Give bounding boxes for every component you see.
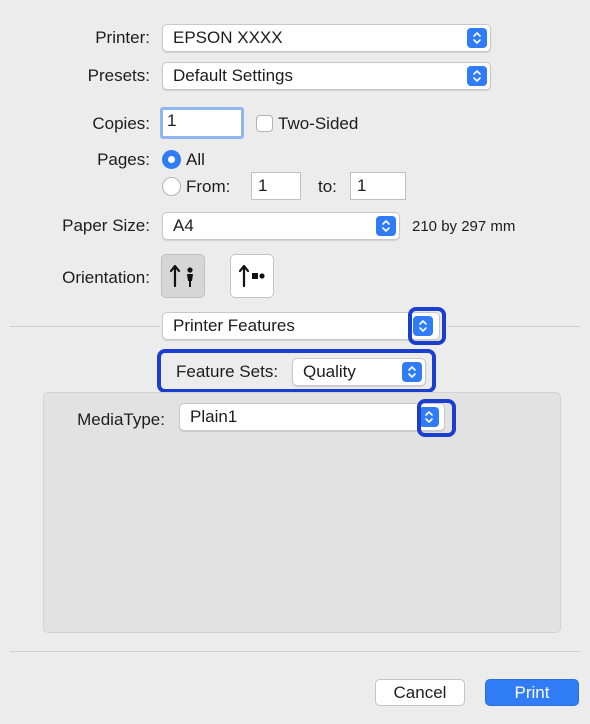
two-sided-checkbox[interactable]: [256, 115, 273, 132]
copies-field[interactable]: 1: [160, 107, 244, 139]
paper-size-value: A4: [173, 216, 194, 235]
printer-popup[interactable]: EPSON XXXX: [162, 24, 491, 52]
feature-sets-label: Feature Sets:: [176, 362, 279, 381]
pages-to-label: to:: [318, 177, 337, 196]
media-type-popup[interactable]: Plain1: [179, 403, 445, 431]
chevron-updown-icon: [467, 28, 487, 48]
chevron-updown-icon: [467, 66, 487, 86]
section-menu-popup[interactable]: Printer Features: [162, 312, 440, 340]
feature-sets-value: Quality: [303, 362, 356, 381]
pages-all-radio[interactable]: [162, 150, 181, 169]
pages-to-field[interactable]: 1: [350, 172, 406, 200]
copies-label: Copies:: [92, 114, 150, 133]
orientation-label: Orientation:: [62, 268, 150, 287]
highlight-ring: [417, 399, 456, 437]
pages-from-radio[interactable]: [162, 177, 181, 196]
chevron-updown-icon: [376, 216, 396, 236]
paper-size-popup[interactable]: A4: [162, 212, 400, 240]
orientation-landscape-button[interactable]: [230, 254, 274, 298]
presets-popup[interactable]: Default Settings: [162, 62, 491, 90]
feature-sets-popup[interactable]: Quality: [292, 358, 426, 386]
paper-dimensions: 210 by 297 mm: [412, 218, 516, 235]
section-separator-right: [448, 326, 580, 327]
portrait-orientation-icon: [169, 264, 193, 288]
highlight-ring: [408, 307, 446, 345]
media-type-value: Plain1: [190, 407, 238, 426]
pages-all-label: All: [186, 150, 205, 169]
paper-size-label: Paper Size:: [62, 216, 150, 235]
landscape-orientation-icon: [238, 264, 265, 288]
two-sided-label: Two-Sided: [278, 114, 359, 133]
chevron-updown-icon: [402, 362, 422, 382]
print-button[interactable]: Print: [485, 679, 579, 706]
pages-label: Pages:: [97, 150, 150, 169]
pages-from-field[interactable]: 1: [251, 172, 301, 200]
presets-label: Presets:: [87, 66, 150, 85]
printer-value: EPSON XXXX: [173, 28, 283, 47]
pages-from-label: From:: [186, 177, 231, 196]
section-separator-left: [10, 326, 160, 327]
cancel-button[interactable]: Cancel: [375, 679, 465, 706]
printer-label: Printer:: [95, 28, 150, 47]
orientation-portrait-button[interactable]: [161, 254, 205, 298]
media-type-label: MediaType:: [77, 410, 165, 429]
footer-separator: [10, 651, 580, 652]
presets-value: Default Settings: [173, 66, 294, 85]
section-menu-value: Printer Features: [173, 316, 295, 335]
